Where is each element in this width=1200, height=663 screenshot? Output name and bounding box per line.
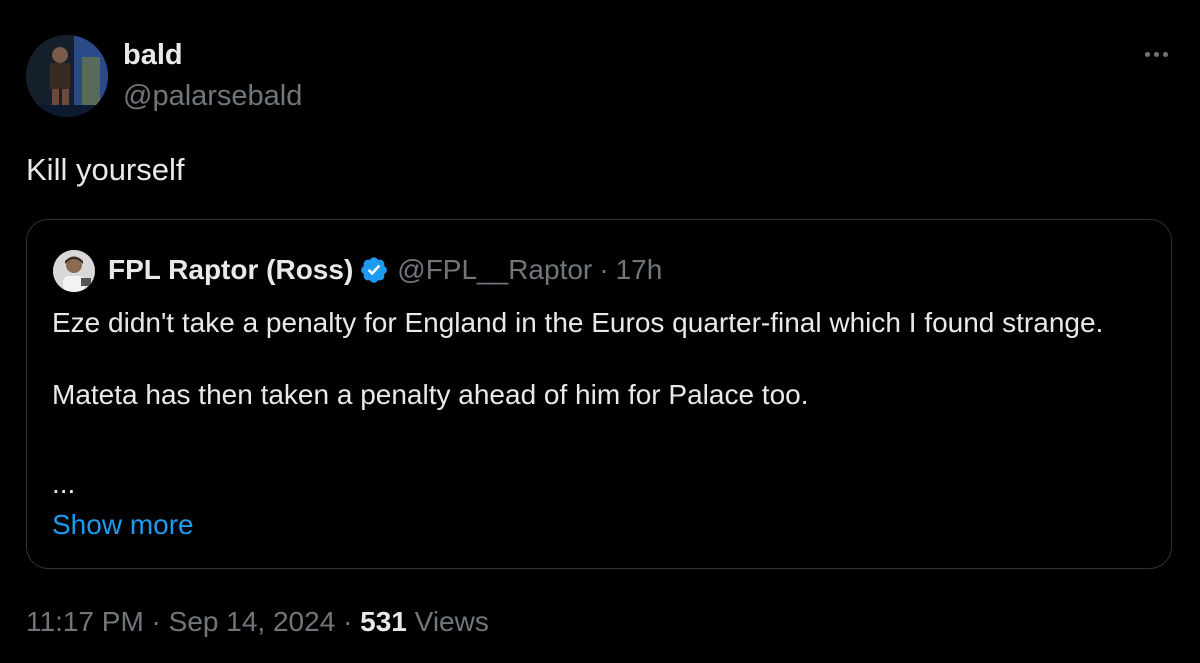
show-more-link[interactable]: Show more [52,507,194,543]
profile-photo-icon [26,35,108,117]
quoted-author-display-name[interactable]: FPL Raptor (Ross) [108,252,353,288]
verified-badge-icon [361,257,388,283]
more-options-button[interactable] [1136,42,1176,66]
meta-separator: · [335,606,361,637]
quoted-author-avatar[interactable] [53,250,95,292]
quoted-tweet-body: Eze didn't take a penalty for England in… [52,305,1132,413]
tweet: bald @palarsebald Kill yourself FPL Rapt… [0,0,1200,663]
views-label: Views [406,606,489,637]
quoted-tweet-card[interactable]: FPL Raptor (Ross) @FPL__Raptor · 17h Eze… [26,219,1172,569]
author-display-name[interactable]: bald [123,38,183,72]
quoted-tweet-header: FPL Raptor (Ross) @FPL__Raptor · 17h [108,252,662,288]
tweet-date[interactable]: Sep 14, 2024 [169,606,336,637]
views-count: 531 [360,606,407,637]
tweet-time[interactable]: 11:17 PM [26,606,144,637]
quoted-tweet-paragraph: Eze didn't take a penalty for England in… [52,307,1104,338]
author-avatar[interactable] [26,35,108,117]
quoted-author-handle[interactable]: @FPL__Raptor [397,252,592,288]
tweet-text: Kill yourself [26,152,185,187]
tweet-meta: 11:17 PM · Sep 14, 2024 · 531 Views [26,604,489,640]
quoted-tweet-time[interactable]: 17h [616,252,663,288]
more-horizontal-icon [1144,51,1168,57]
truncation-ellipsis: ... [52,468,76,499]
meta-separator: · [143,606,169,637]
header-separator: · [599,254,609,285]
quoted-profile-photo-icon [53,250,95,292]
quoted-tweet-paragraph: Mateta has then taken a penalty ahead of… [52,379,809,410]
author-handle[interactable]: @palarsebald [123,79,302,113]
